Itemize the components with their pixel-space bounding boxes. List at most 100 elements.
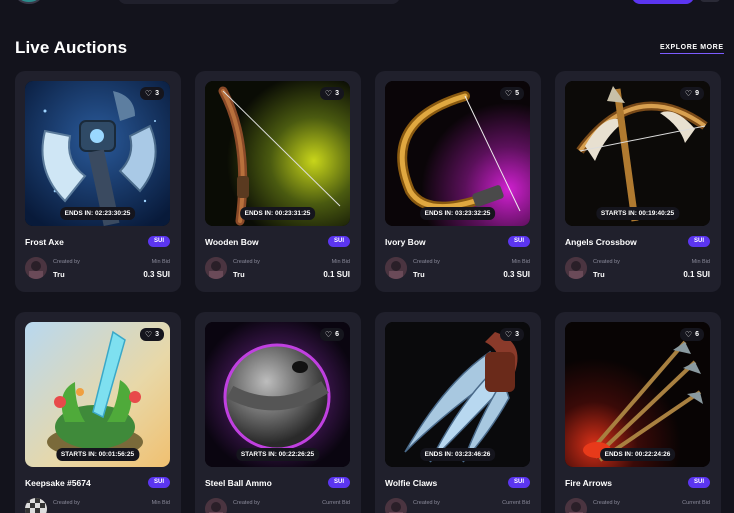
created-by-label: Created by [53,259,80,265]
top-navbar [0,0,734,8]
auction-timer: ENDS IN: 00:22:24:26 [599,448,676,461]
logo[interactable] [16,0,42,4]
heart-icon: ♡ [144,89,153,98]
keepsake-art [25,322,170,467]
item-name[interactable]: Wooden Bow [205,237,259,247]
item-name[interactable]: Fire Arrows [565,478,612,488]
nft-image[interactable]: ♡ 5 ENDS IN: 03:23:32:25 [385,81,530,226]
bid-value: 0.1 SUI [323,270,350,279]
auction-timer: STARTS IN: 00:19:40:25 [595,207,680,220]
like-count[interactable]: ♡ 3 [139,328,164,341]
auction-timer: STARTS IN: 00:22:26:25 [235,448,320,461]
nft-image[interactable]: ♡ 6 ENDS IN: 00:22:24:26 [565,322,710,467]
heart-icon: ♡ [144,330,153,339]
like-count[interactable]: ♡ 3 [499,328,524,341]
created-by-label: Created by [53,500,80,506]
like-count[interactable]: ♡ 9 [679,87,704,100]
explore-more-link[interactable]: EXPLORE MORE [660,44,724,54]
created-by-label: Created by [593,500,620,506]
currency-badge: SUI [147,236,170,247]
bid-label: Min Bid [511,259,530,265]
nft-image[interactable]: ♡ 3 ENDS IN: 00:23:31:25 [205,81,350,226]
bid-label: Min Bid [691,259,710,265]
nft-image[interactable]: ♡ 3 STARTS IN: 00:01:56:25 [25,322,170,467]
like-count[interactable]: ♡ 3 [319,87,344,100]
bid-label: Current Bid [682,500,710,506]
menu-button[interactable] [700,0,720,2]
creator-name[interactable]: Tru [593,270,605,279]
item-name[interactable]: Keepsake #5674 [25,478,91,488]
auction-timer: ENDS IN: 03:23:46:26 [419,448,496,461]
wolfie-claws-art [385,322,530,467]
bid-value: 0.1 SUI [683,270,710,279]
like-count[interactable]: ♡ 6 [679,328,704,341]
heart-icon: ♡ [324,330,333,339]
auction-card[interactable]: ♡ 6 STARTS IN: 00:22:26:25 Steel Ball Amm… [195,312,361,513]
angels-crossbow-art [565,81,710,226]
currency-badge: SUI [507,477,530,488]
creator-avatar[interactable] [385,498,407,513]
currency-badge: SUI [147,477,170,488]
item-name[interactable]: Ivory Bow [385,237,426,247]
heart-icon: ♡ [324,89,333,98]
currency-badge: SUI [327,236,350,247]
bid-label: Current Bid [322,500,350,506]
bid-value: 0.3 SUI [143,270,170,279]
created-by-label: Created by [413,259,440,265]
creator-name[interactable]: Tru [233,270,245,279]
wooden-bow-art [205,81,350,226]
creator-avatar[interactable] [205,257,227,279]
auction-card[interactable]: ♡ 9 STARTS IN: 00:19:40:25 Angels Crossbo… [555,71,721,292]
steel-ball-ammo-art [205,322,350,467]
bid-label: Current Bid [502,500,530,506]
heart-icon: ♡ [684,330,693,339]
creator-avatar[interactable] [565,257,587,279]
nft-image[interactable]: ♡ 6 STARTS IN: 00:22:26:25 [205,322,350,467]
auction-timer: ENDS IN: 02:23:30:25 [59,207,136,220]
item-name[interactable]: Steel Ball Ammo [205,478,272,488]
currency-badge: SUI [507,236,530,247]
created-by-label: Created by [233,500,260,506]
frost-axe-art [25,81,170,226]
item-name[interactable]: Frost Axe [25,237,64,247]
creator-avatar[interactable] [25,498,47,513]
nft-image[interactable]: ♡ 3 ENDS IN: 03:23:46:26 [385,322,530,467]
section-title: Live Auctions [15,38,128,57]
like-count[interactable]: ♡ 5 [499,87,524,100]
auction-card[interactable]: ♡ 3 STARTS IN: 00:01:56:25 Keepsake #5674… [15,312,181,513]
creator-avatar[interactable] [25,257,47,279]
creator-avatar[interactable] [565,498,587,513]
search-input[interactable] [118,0,400,4]
fire-arrows-art [565,322,710,467]
auction-card[interactable]: ♡ 6 ENDS IN: 00:22:24:26 Fire Arrows SUI … [555,312,721,513]
creator-name[interactable]: Tru [53,270,65,279]
auction-card[interactable]: ♡ 3 ENDS IN: 00:23:31:25 Wooden Bow SUI C… [195,71,361,292]
bid-label: Min Bid [151,500,170,506]
creator-avatar[interactable] [385,257,407,279]
auction-card[interactable]: ♡ 5 ENDS IN: 03:23:32:25 Ivory Bow SUI Cr… [375,71,541,292]
auction-timer: ENDS IN: 00:23:31:25 [239,207,316,220]
ivory-bow-art [385,81,530,226]
currency-badge: SUI [687,477,710,488]
nft-image[interactable]: ♡ 3 ENDS IN: 02:23:30:25 [25,81,170,226]
created-by-label: Created by [593,259,620,265]
heart-icon: ♡ [504,330,513,339]
auction-timer: STARTS IN: 00:01:56:25 [55,448,140,461]
item-name[interactable]: Wolfie Claws [385,478,437,488]
heart-icon: ♡ [504,89,513,98]
heart-icon: ♡ [684,89,693,98]
creator-avatar[interactable] [205,498,227,513]
auction-timer: ENDS IN: 03:23:32:25 [419,207,496,220]
connect-wallet-button[interactable] [632,0,694,4]
creator-name[interactable]: Tru [413,270,425,279]
like-count[interactable]: ♡ 6 [319,328,344,341]
auction-card[interactable]: ♡ 3 ENDS IN: 03:23:46:26 Wolfie Claws SUI… [375,312,541,513]
nft-image[interactable]: ♡ 9 STARTS IN: 00:19:40:25 [565,81,710,226]
item-name[interactable]: Angels Crossbow [565,237,637,247]
bid-label: Min Bid [151,259,170,265]
currency-badge: SUI [687,236,710,247]
created-by-label: Created by [233,259,260,265]
created-by-label: Created by [413,500,440,506]
auction-card[interactable]: ♡ 3 ENDS IN: 02:23:30:25 Frost Axe SUI Cr… [15,71,181,292]
like-count[interactable]: ♡ 3 [139,87,164,100]
